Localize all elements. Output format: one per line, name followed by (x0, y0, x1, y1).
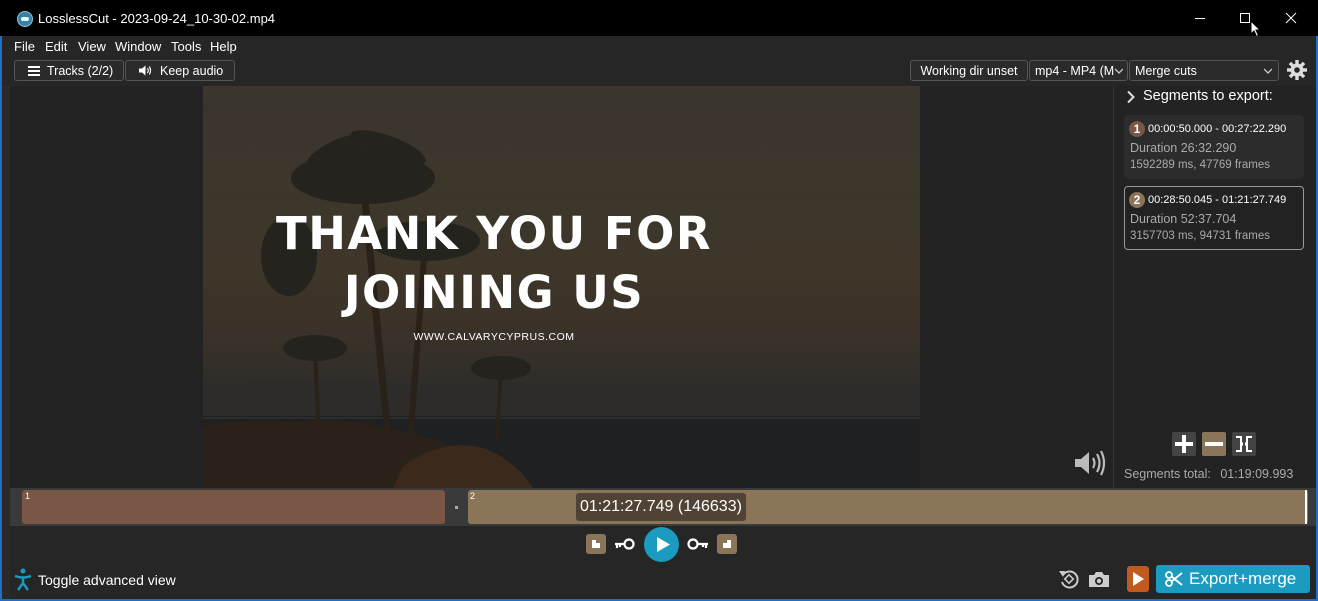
close-icon (1285, 12, 1297, 24)
segment-duration: Duration 52:37.704 (1130, 212, 1237, 226)
chevron-right-icon[interactable] (1126, 90, 1136, 104)
minimize-button[interactable] (1177, 0, 1223, 36)
set-cut-end-button[interactable] (717, 534, 737, 554)
segments-total-label: Segments total: (1124, 467, 1211, 481)
segment-card-2[interactable]: 2 00:28:50.045 - 01:21:27.749 Duration 5… (1124, 186, 1304, 250)
current-time-readout: 01:21:27.749 (146633) (576, 493, 746, 521)
tracks-label: Tracks (2/2) (47, 63, 114, 78)
export-merge-button[interactable]: Export+merge (1156, 565, 1310, 593)
video-line1: THANK YOU FOR (276, 207, 712, 260)
menu-bar: File Edit View Window Tools Help (2, 36, 1316, 56)
keep-audio-label: Keep audio (160, 63, 224, 78)
merge-value: Merge cuts (1135, 63, 1197, 78)
segment-range: 00:00:50.000 - 00:27:22.290 (1148, 123, 1287, 135)
close-button[interactable] (1268, 0, 1314, 36)
key-icon[interactable] (687, 537, 709, 551)
split-segment-icon[interactable] (1232, 432, 1256, 456)
add-segment-icon[interactable] (1172, 432, 1196, 456)
segment-duration: Duration 26:32.290 (1130, 141, 1237, 155)
hand-pointer-left-icon (592, 540, 600, 548)
timeline-segment-label: 1 (25, 491, 31, 501)
toggle-advanced-view[interactable]: Toggle advanced view (38, 572, 176, 588)
segment-ms-frames: 1592289 ms, 47769 frames (1130, 159, 1271, 171)
key-icon[interactable] (614, 537, 636, 551)
timeline-segment-1[interactable]: 1 (22, 490, 445, 524)
menu-view[interactable]: View (78, 39, 106, 54)
video-frame[interactable]: THANK YOU FOR JOINING US WWW.CALVARYCYPR… (203, 86, 920, 488)
working-dir-label: Working dir unset (920, 63, 1018, 78)
play-icon (657, 537, 670, 552)
segment-range: 00:28:50.045 - 01:21:27.749 (1148, 194, 1287, 206)
video-website: WWW.CALVARYCYPRUS.COM (413, 331, 575, 343)
segment-ms-frames: 3157703 ms, 94731 frames (1130, 230, 1271, 242)
menu-window[interactable]: Window (115, 39, 161, 54)
scissors-icon (1165, 571, 1183, 587)
keep-audio-button[interactable]: Keep audio (125, 60, 235, 81)
remove-segment-icon[interactable] (1202, 432, 1226, 456)
format-value: mp4 - MP4 (M (1035, 63, 1115, 78)
settings-gear-icon[interactable] (1286, 59, 1308, 81)
accessibility-icon[interactable] (14, 568, 32, 592)
segment-card-1[interactable]: 1 00:00:50.000 - 00:27:22.290 Duration 2… (1124, 115, 1304, 179)
rotate-icon[interactable] (1058, 568, 1080, 590)
menu-tools[interactable]: Tools (171, 39, 201, 54)
chevron-down-icon (1264, 68, 1272, 74)
play-button[interactable] (644, 527, 679, 562)
format-select[interactable]: mp4 - MP4 (M (1029, 60, 1128, 81)
window-title: LosslessCut - 2023-09-24_10-30-02.mp4 (38, 11, 276, 26)
video-line2: JOINING US (343, 266, 645, 319)
export-merge-label: Export+merge (1189, 569, 1297, 588)
video-heading: THANK YOU FOR JOINING US (203, 204, 920, 322)
speaker-icon (139, 65, 152, 76)
list-icon (28, 65, 40, 76)
export-options-button[interactable] (1127, 566, 1149, 592)
segments-total: Segments total: 01:19:09.993 (1124, 467, 1293, 481)
merge-select[interactable]: Merge cuts (1129, 60, 1279, 81)
volume-icon[interactable] (1074, 450, 1108, 476)
hand-pointer-right-icon (723, 540, 731, 548)
app-icon (17, 11, 33, 27)
title-bar: LosslessCut - 2023-09-24_10-30-02.mp4 (0, 0, 1318, 38)
camera-icon[interactable] (1088, 570, 1110, 588)
timeline-segment-label: 2 (470, 491, 476, 501)
menu-file[interactable]: File (14, 39, 35, 54)
menu-help[interactable]: Help (210, 39, 237, 54)
playhead[interactable] (1305, 490, 1307, 524)
segments-header: Segments to export: (1143, 88, 1273, 104)
set-cut-start-button[interactable] (586, 534, 606, 554)
play-icon (1133, 572, 1144, 586)
tracks-button[interactable]: Tracks (2/2) (14, 60, 124, 81)
minimize-icon (1195, 18, 1205, 19)
working-dir-button[interactable]: Working dir unset (910, 60, 1028, 81)
segment-number-badge: 1 (1129, 121, 1145, 137)
menu-edit[interactable]: Edit (45, 39, 67, 54)
timeline-gap-marker (455, 506, 458, 509)
segments-total-value: 01:19:09.993 (1220, 467, 1294, 481)
segment-number-badge: 2 (1129, 192, 1145, 208)
chevron-down-icon (1115, 68, 1123, 74)
